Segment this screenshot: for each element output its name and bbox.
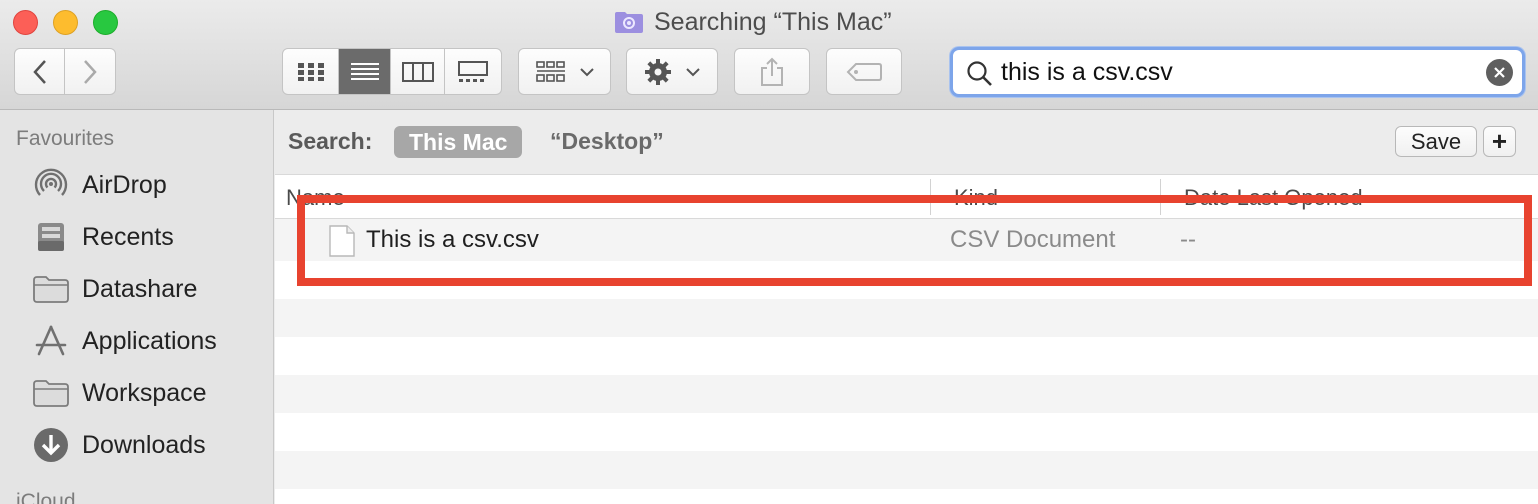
results-pane: Search: This Mac “Desktop” Save + Name K… (275, 110, 1538, 504)
columns-icon (401, 61, 434, 82)
nav-buttons (14, 48, 116, 95)
tag-icon (846, 62, 882, 81)
toolbar: Searching “This Mac” (0, 0, 1538, 110)
column-view-button[interactable] (391, 49, 445, 94)
group-icon (535, 60, 565, 82)
empty-row (275, 375, 1538, 413)
sidebar-item-label: Workspace (82, 378, 207, 407)
grid-icon (297, 62, 324, 81)
folder-icon (32, 375, 70, 411)
chevron-left-icon (32, 59, 46, 84)
sidebar-item-label: AirDrop (82, 170, 167, 199)
sidebar-item-recents[interactable]: Recents (32, 217, 174, 257)
annotation-highlight-box (297, 195, 1532, 286)
share-button[interactable] (734, 48, 810, 95)
chevron-down-icon (579, 67, 594, 76)
icon-view-button[interactable] (283, 49, 339, 94)
close-window-button[interactable] (13, 10, 38, 35)
smart-folder-icon (615, 12, 643, 33)
sidebar-heading-favourites: Favourites (16, 127, 115, 150)
window-title-text: Searching “This Mac” (654, 7, 892, 36)
recents-icon (32, 219, 70, 255)
save-search-button[interactable]: Save (1395, 126, 1477, 157)
close-icon (1494, 67, 1505, 78)
sidebar-item-label: Applications (82, 326, 217, 355)
empty-row (275, 451, 1538, 489)
sidebar-item-label: Recents (82, 222, 174, 251)
search-icon (967, 61, 992, 86)
airdrop-icon (32, 167, 70, 203)
sidebar-item-label: Datashare (82, 274, 198, 303)
sidebar-item-downloads[interactable]: Downloads (32, 425, 206, 465)
list-view-button[interactable] (339, 49, 391, 94)
chevron-down-icon (686, 67, 700, 76)
window-title: Searching “This Mac” (614, 7, 892, 37)
scope-this-mac-button[interactable]: This Mac (394, 126, 523, 158)
sidebar-item-workspace[interactable]: Workspace (32, 373, 207, 413)
sidebar-item-datashare[interactable]: Datashare (32, 269, 197, 309)
minimize-window-button[interactable] (53, 10, 78, 35)
sidebar-heading-icloud: iCloud (16, 490, 76, 504)
applications-icon (32, 323, 70, 359)
empty-row (275, 337, 1538, 375)
chevron-right-icon (84, 59, 97, 84)
empty-row (275, 299, 1538, 337)
scope-label: Search: (288, 128, 373, 154)
zoom-window-button[interactable] (93, 10, 118, 35)
view-mode-control (282, 48, 502, 95)
list-icon (350, 62, 379, 80)
sidebar-item-applications[interactable]: Applications (32, 321, 217, 361)
scope-desktop-button[interactable]: “Desktop” (550, 128, 664, 155)
add-criteria-button[interactable]: + (1483, 126, 1516, 157)
group-by-button[interactable] (518, 48, 611, 95)
tags-button[interactable] (826, 48, 902, 95)
downloads-icon (32, 427, 70, 463)
search-field[interactable] (950, 47, 1525, 97)
gallery-view-button[interactable] (445, 49, 501, 94)
sidebar-item-label: Downloads (82, 430, 206, 459)
search-input[interactable] (1001, 56, 1471, 89)
gallery-icon (458, 60, 488, 82)
search-scope-bar: Search: This Mac “Desktop” Save + (275, 110, 1538, 174)
gear-icon (645, 58, 671, 85)
folder-icon (32, 271, 70, 307)
action-button[interactable] (626, 48, 718, 95)
share-icon (761, 57, 783, 86)
clear-search-button[interactable] (1486, 59, 1513, 86)
back-button[interactable] (15, 49, 66, 94)
sidebar: Favourites AirDrop Recents Datashare App… (0, 110, 274, 504)
sidebar-item-airdrop[interactable]: AirDrop (32, 165, 167, 205)
forward-button[interactable] (65, 49, 115, 94)
empty-row (275, 413, 1538, 451)
